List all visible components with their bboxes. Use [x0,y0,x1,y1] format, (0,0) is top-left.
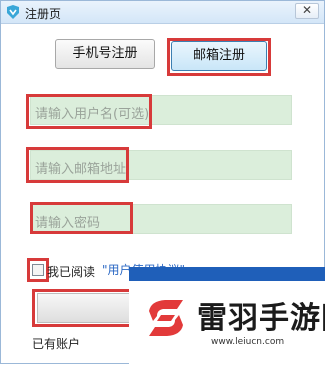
watermark-banner: 雷羽手游网 www.leiucn.com [129,267,325,365]
watermark-title: 雷羽手游网 [197,301,325,336]
tab-email-register[interactable]: 邮箱注册 [171,41,267,71]
agree-checkbox[interactable] [32,264,44,276]
email-placeholder: 请输入邮箱地址 [35,162,127,177]
watermark-url: www.leiucn.com [211,337,285,347]
watermark-logo-icon [149,300,183,336]
password-field[interactable]: 请输入密码 [30,204,292,234]
password-placeholder: 请输入密码 [35,216,101,231]
email-field[interactable]: 请输入邮箱地址 [30,150,292,180]
app-logo-icon [7,5,19,19]
watermark-top-bar [129,267,325,281]
username-field[interactable]: 请输入用户名(可选) [30,95,292,125]
login-prompt: 已有账户 [32,337,81,351]
title-bar: 注册页 ✕ [1,1,324,24]
register-window: 注册页 ✕ 手机号注册 邮箱注册 请输入用户名(可选) 请输入邮箱地址 请输入密… [0,0,325,365]
agree-label: 我已阅读 [47,265,96,279]
close-button[interactable]: ✕ [295,3,319,19]
register-submit-button[interactable] [37,293,133,323]
watermark-card: 雷羽手游网 www.leiucn.com [129,281,325,365]
username-placeholder: 请输入用户名(可选) [35,107,150,122]
close-icon: ✕ [301,3,313,17]
window-title: 注册页 [25,7,62,21]
tab-phone-register[interactable]: 手机号注册 [55,39,155,69]
